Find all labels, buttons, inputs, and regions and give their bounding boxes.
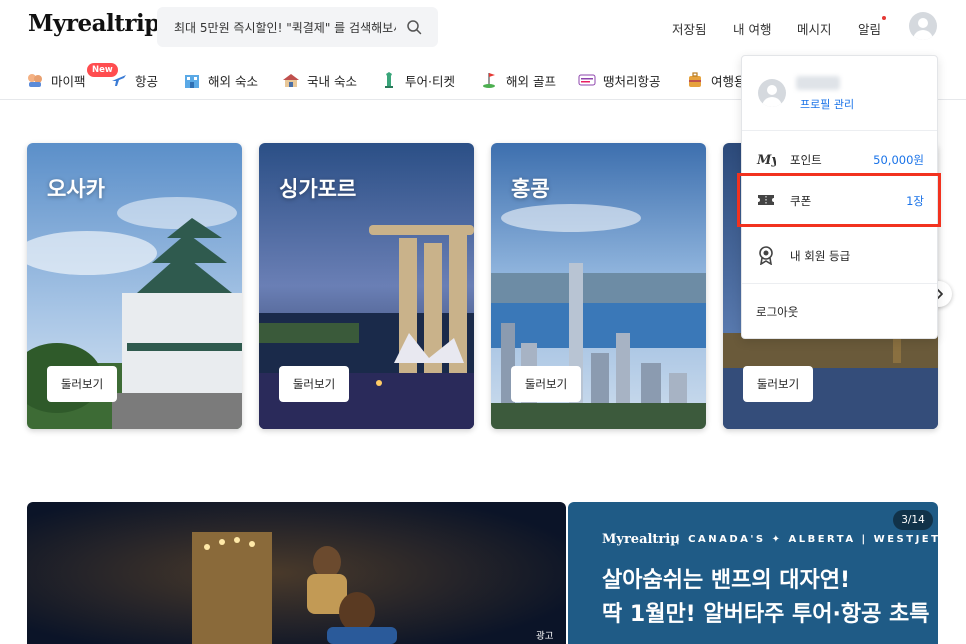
family-night-photo: [27, 502, 566, 644]
user-avatar[interactable]: [909, 12, 937, 40]
dropdown-avatar: [758, 79, 786, 107]
banner-subheadline: 딱 1월만! 알버타주 투어·항공 초특: [602, 602, 930, 627]
divider: [742, 283, 937, 284]
destination-card-singapore[interactable]: 싱가포르 둘러보기: [259, 143, 474, 429]
browse-button[interactable]: 둘러보기: [279, 366, 349, 402]
category-mypack[interactable]: 마이팩 New: [26, 63, 118, 90]
browse-button[interactable]: 둘러보기: [511, 366, 581, 402]
points-value: 50,000원: [873, 153, 924, 167]
nav-messages[interactable]: 메시지: [797, 19, 832, 38]
banner-brand: Myrealtrip: [602, 532, 680, 547]
coupon-highlight-box: [737, 173, 941, 227]
hotel-icon: [183, 72, 201, 88]
luggage-icon: [686, 72, 704, 88]
category-label: 해외 골프: [506, 73, 556, 89]
profile-manage-link[interactable]: 프로필 관리: [800, 96, 854, 112]
category-domestic-stays[interactable]: 국내 숙소: [282, 70, 357, 90]
destination-title: 홍콩: [511, 177, 550, 201]
divider: [742, 130, 937, 131]
mypack-icon: [26, 72, 44, 88]
ad-label: 광고: [536, 631, 554, 642]
header: Myrealtrip 최대 5만원 즉시할인! "퀵결제" 를 검색해보세요 저…: [0, 0, 966, 52]
statue-icon: [380, 72, 398, 88]
category-overseas-hotels[interactable]: 해외 숙소: [183, 70, 258, 90]
nav-my-trips[interactable]: 내 여행: [733, 19, 771, 38]
svg-text:My: My: [756, 153, 776, 168]
sale-flight-icon: [578, 72, 596, 88]
destination-title: 오사카: [47, 177, 105, 201]
category-overseas-golf[interactable]: 해외 골프: [481, 70, 556, 90]
category-label: 마이팩: [51, 73, 86, 89]
banner-headline: 살아숨쉬는 밴프의 대자연!: [602, 568, 850, 593]
category-label: 항공: [135, 73, 159, 89]
search-icon[interactable]: [406, 19, 422, 35]
notification-dot: [882, 16, 886, 20]
golf-icon: [481, 72, 499, 88]
category-flights[interactable]: 항공: [110, 70, 158, 90]
category-sale-flights[interactable]: 땡처리항공: [578, 70, 661, 90]
category-label: 국내 숙소: [307, 73, 357, 89]
category-travel-goods[interactable]: 여행용: [686, 70, 746, 90]
myrealtrip-logo[interactable]: Myrealtrip: [28, 10, 160, 37]
browse-button[interactable]: 둘러보기: [743, 366, 813, 402]
category-label: 해외 숙소: [208, 73, 258, 89]
logout-link[interactable]: 로그아웃: [756, 304, 798, 320]
category-label: 땡처리항공: [603, 73, 661, 89]
destination-card-hongkong[interactable]: 홍콩 둘러보기: [491, 143, 706, 429]
house-icon: [282, 72, 300, 88]
nav-saved[interactable]: 저장됨: [672, 19, 707, 38]
category-tours-tickets[interactable]: 투어·티켓: [380, 70, 455, 90]
promo-banner-left[interactable]: 광고: [27, 502, 566, 644]
destination-title: 싱가포르: [279, 177, 357, 201]
slide-counter: 3/14: [893, 510, 933, 530]
airplane-icon: [110, 72, 128, 88]
search-bar[interactable]: 최대 5만원 즉시할인! "퀵결제" 를 검색해보세요: [157, 7, 438, 47]
membership-label: 내 회원 등급: [790, 249, 851, 263]
destination-card-osaka[interactable]: 오사카 둘러보기: [27, 143, 242, 429]
banner-partners: | CANADA'S ✦ ALBERTA | WESTJET✦: [676, 534, 952, 545]
category-label: 투어·티켓: [405, 73, 455, 89]
browse-button[interactable]: 둘러보기: [47, 366, 117, 402]
my-points-icon: My: [756, 153, 776, 168]
nav-notifications[interactable]: 알림: [858, 19, 881, 38]
membership-badge-icon: [759, 246, 773, 265]
points-label: 포인트: [790, 153, 822, 167]
user-name-blurred: [796, 76, 840, 90]
search-placeholder[interactable]: 최대 5만원 즉시할인! "퀵결제" 를 검색해보세요: [174, 19, 396, 36]
